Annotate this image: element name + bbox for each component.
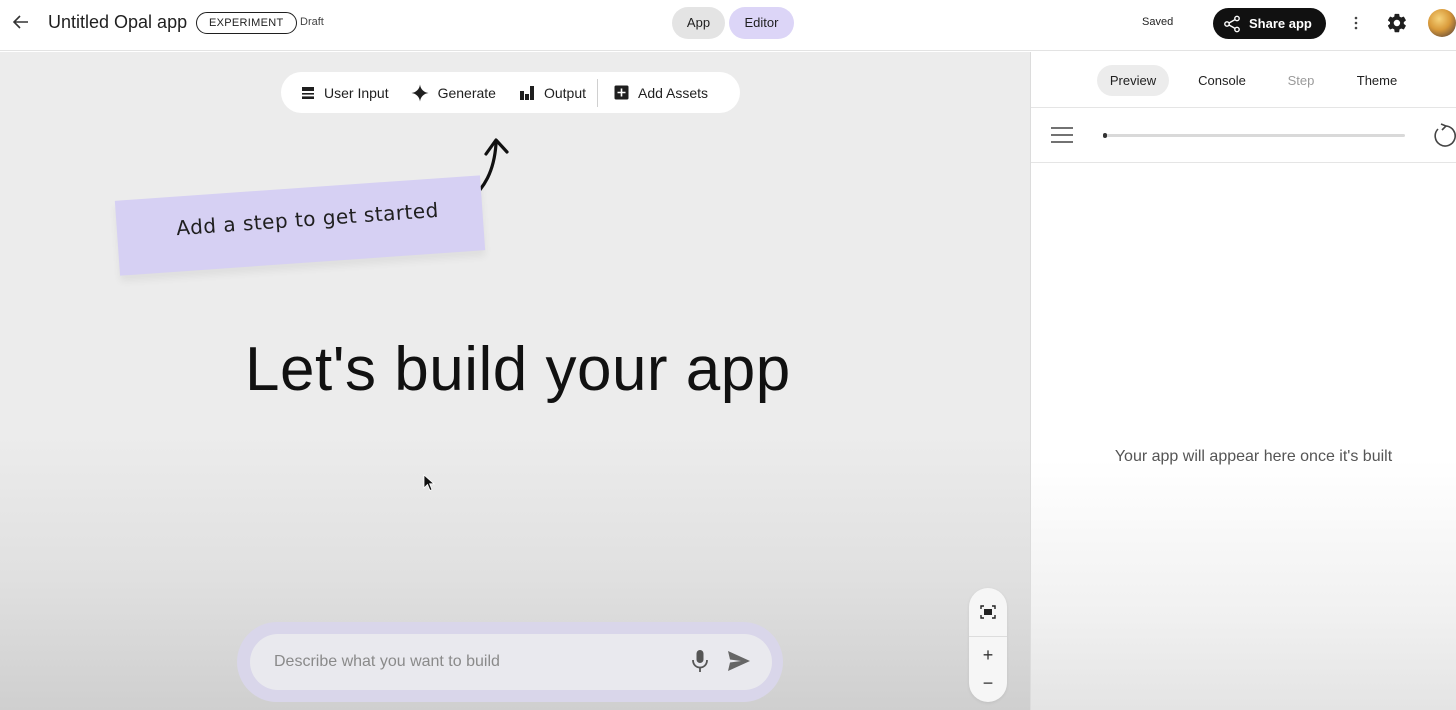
mode-app-button[interactable]: App [672,7,725,39]
tab-step[interactable]: Step [1281,65,1321,96]
output-label: Output [543,84,586,101]
tab-theme[interactable]: Theme [1351,65,1403,96]
add-assets-tool[interactable]: Add Assets [614,85,708,101]
progress-bar [1103,133,1405,138]
zoom-divider [969,636,1007,637]
mode-switch: App Editor [672,7,794,39]
share-app-label: Share app [1249,16,1312,31]
app-title[interactable]: Untitled Opal app [48,12,187,33]
menu-icon[interactable] [1051,126,1073,144]
user-input-icon [302,86,314,99]
panel-tabs: Preview Console Step Theme [1031,52,1456,108]
tab-preview[interactable]: Preview [1097,65,1169,96]
toolbar-divider [597,78,598,107]
preview-panel: Preview Console Step Theme Your app will… [1030,52,1456,710]
output-chart-icon [519,85,534,100]
refresh-icon[interactable] [1432,123,1456,148]
user-input-label: User Input [324,84,389,101]
zoom-in-button[interactable]: + [969,641,1007,669]
share-app-button[interactable]: Share app [1213,8,1326,39]
draft-status: Draft [300,16,324,28]
mode-editor-button[interactable]: Editor [729,7,794,39]
headline: Let's build your app [245,335,791,404]
generate-tool[interactable]: Generate [411,84,496,102]
settings-gear-icon[interactable] [1386,12,1408,34]
mouse-pointer-icon [423,474,435,492]
generate-label: Generate [437,84,496,101]
user-avatar[interactable] [1428,9,1456,37]
preview-controls [1031,109,1456,163]
editor-canvas[interactable]: User Input Generate Output Add Assets Ad… [0,52,1030,710]
experiment-badge: EXPERIMENT [196,12,297,34]
zoom-controls: + − [969,588,1007,702]
step-toolbar: User Input Generate Output Add Assets [281,72,740,113]
fit-to-screen-icon[interactable] [969,598,1007,626]
microphone-icon[interactable] [690,649,710,673]
share-icon [1224,15,1240,32]
output-tool[interactable]: Output [519,85,586,101]
save-status: Saved [1142,16,1174,28]
sparkle-icon [411,84,429,101]
empty-state-message: Your app will appear here once it's buil… [1114,448,1393,465]
progress-bar-fill [1103,133,1107,138]
add-box-icon [614,85,629,100]
more-options-icon[interactable] [1348,12,1364,34]
top-bar: Untitled Opal app EXPERIMENT Draft App E… [0,0,1456,51]
zoom-out-button[interactable]: − [969,669,1007,697]
prompt-input[interactable] [274,653,674,671]
add-assets-label: Add Assets [638,84,709,101]
user-input-tool[interactable]: User Input [301,85,389,101]
send-icon[interactable] [727,650,751,672]
back-arrow-icon[interactable] [10,11,32,33]
tab-console[interactable]: Console [1191,65,1253,96]
